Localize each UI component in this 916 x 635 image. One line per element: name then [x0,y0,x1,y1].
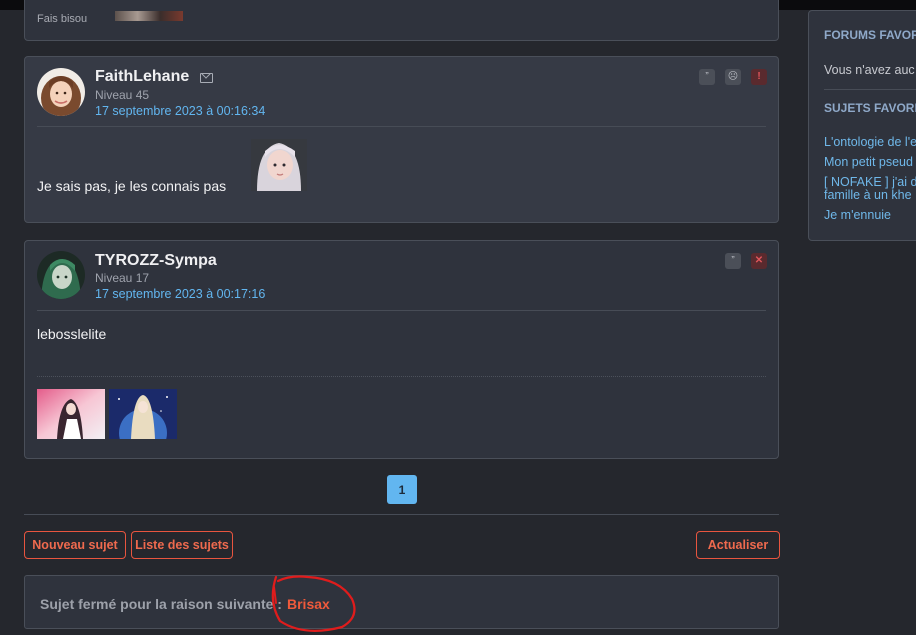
post-fragment-image [115,11,183,21]
favorite-topic-link[interactable]: L'ontologie de l'e [824,136,916,149]
author-level: Niveau 45 [95,88,150,102]
author-name[interactable]: FaithLehane [95,68,189,86]
sidebar: FORUMS FAVOR Vous n'avez auc SUJETS FAVO… [808,10,916,241]
favorite-topic-link[interactable]: [ NOFAKE ] j'ai de famille à un khe [824,176,916,202]
sidebar-separator [824,89,916,90]
favorite-topics-title: SUJETS FAVORI [824,101,916,115]
post-separator [37,310,766,311]
red-circle-annotation [271,575,356,632]
post-date[interactable]: 17 septembre 2023 à 00:16:34 [95,104,265,118]
favorite-topic-link[interactable]: Je m'ennuie [824,209,891,222]
sticker-image [251,139,307,191]
sad-icon[interactable]: ☹ [725,69,741,85]
post-message: Je sais pas, je les connais pas [37,178,227,194]
report-icon[interactable]: ! [751,69,767,85]
signature-separator [37,376,766,377]
post-fragment: Fais bisou [24,0,779,41]
post: TYROZZ-Sympa Niveau 17 17 septembre 2023… [24,240,779,459]
signature-image [37,389,105,439]
page-1-button[interactable]: 1 [387,475,417,504]
post-date[interactable]: 17 septembre 2023 à 00:17:16 [95,287,265,301]
favorite-forums-title: FORUMS FAVOR [824,28,916,42]
closed-reason-label: Sujet fermé pour la raison suivante : [40,596,282,612]
post-message: lebosslelite [37,326,107,342]
author-level: Niveau 17 [95,271,150,285]
avatar[interactable] [37,68,85,116]
topic-list-button[interactable]: Liste des sujets [131,531,233,559]
signature-image [109,389,177,457]
divider [24,514,779,515]
post-separator [37,126,766,127]
favorite-forums-empty: Vous n'avez auc [824,63,915,77]
refresh-button[interactable]: Actualiser [696,531,780,559]
mail-icon[interactable] [200,73,213,83]
post-fragment-text: Fais bisou [37,13,88,25]
favorite-topic-link[interactable]: Mon petit pseud [824,156,913,169]
quote-icon[interactable]: ” [725,253,741,269]
avatar[interactable] [37,251,85,299]
post: FaithLehane Niveau 45 17 septembre 2023 … [24,56,779,223]
quote-icon[interactable]: ” [699,69,715,85]
author-name[interactable]: TYROZZ-Sympa [95,252,217,270]
new-topic-button[interactable]: Nouveau sujet [24,531,126,559]
close-icon[interactable]: ✕ [751,253,767,269]
closed-topic-box: Sujet fermé pour la raison suivante : Br… [24,575,779,629]
